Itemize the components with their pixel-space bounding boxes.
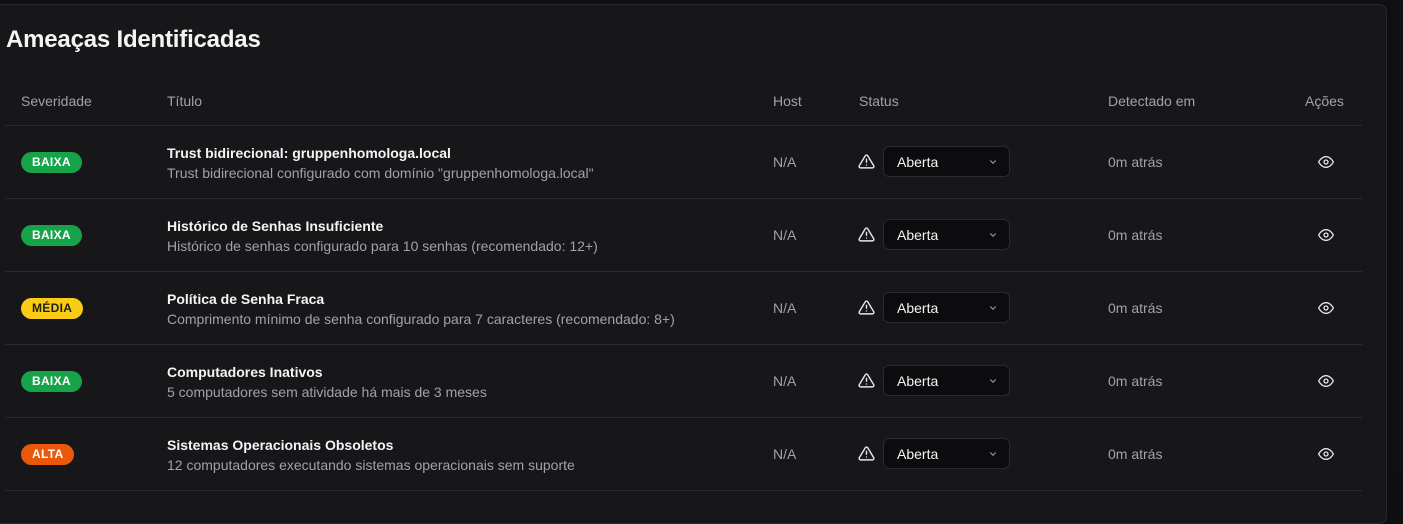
header-title: Título xyxy=(167,93,203,109)
severity-badge: BAIXA xyxy=(21,225,82,246)
host-value: N/A xyxy=(773,227,797,243)
threat-description: 5 computadores sem atividade há mais de … xyxy=(167,384,487,400)
status-select[interactable]: Aberta xyxy=(883,438,1010,469)
threat-description: Trust bidirecional configurado com domín… xyxy=(167,165,594,181)
status-select[interactable]: Aberta xyxy=(883,365,1010,396)
host-value: N/A xyxy=(773,446,797,462)
threat-description: Comprimento mínimo de senha configurado … xyxy=(167,311,675,327)
status-select[interactable]: Aberta xyxy=(883,146,1010,177)
chevron-down-icon xyxy=(989,306,997,310)
detected-time: 0m atrás xyxy=(1108,154,1163,170)
status-select[interactable]: Aberta xyxy=(883,219,1010,250)
warning-triangle-icon xyxy=(858,300,875,315)
threat-title: Sistemas Operacionais Obsoletos xyxy=(167,437,394,453)
warning-triangle-icon xyxy=(858,154,875,169)
severity-badge: MÉDIA xyxy=(21,298,84,319)
host-value: N/A xyxy=(773,373,797,389)
header-detected: Detectado em xyxy=(1108,93,1196,109)
detected-time: 0m atrás xyxy=(1108,446,1163,462)
header-severity: Severidade xyxy=(21,93,92,109)
chevron-down-icon xyxy=(989,452,997,456)
scrollbar-track[interactable] xyxy=(1393,0,1403,471)
threat-title: Trust bidirecional: gruppenhomologa.loca… xyxy=(167,145,451,161)
warning-triangle-icon xyxy=(858,227,875,242)
status-select-value: Aberta xyxy=(897,154,939,170)
view-eye-icon[interactable] xyxy=(1318,154,1334,170)
table-row: ALTA Sistemas Operacionais Obsoletos 12 … xyxy=(5,418,1362,491)
view-eye-icon[interactable] xyxy=(1318,373,1334,389)
view-eye-icon[interactable] xyxy=(1318,227,1334,243)
chevron-down-icon xyxy=(989,160,997,164)
severity-badge: ALTA xyxy=(21,444,75,465)
table-row: BAIXA Trust bidirecional: gruppenhomolog… xyxy=(5,126,1362,199)
table-row: MÉDIA Política de Senha Fraca Compriment… xyxy=(5,272,1362,345)
host-value: N/A xyxy=(773,300,797,316)
table-row: BAIXA Computadores Inativos 5 computador… xyxy=(5,345,1362,418)
threat-title: Computadores Inativos xyxy=(167,364,323,380)
severity-badge: BAIXA xyxy=(21,371,82,392)
detected-time: 0m atrás xyxy=(1108,373,1163,389)
page-title: Ameaças Identificadas xyxy=(6,26,261,53)
status-select-value: Aberta xyxy=(897,300,939,316)
host-value: N/A xyxy=(773,154,797,170)
warning-triangle-icon xyxy=(858,446,875,461)
detected-time: 0m atrás xyxy=(1108,300,1163,316)
threats-table: Severidade Título Host Status Detectado … xyxy=(5,77,1362,491)
header-status: Status xyxy=(859,93,899,109)
status-select-value: Aberta xyxy=(897,373,939,389)
status-select-value: Aberta xyxy=(897,446,939,462)
threat-title: Política de Senha Fraca xyxy=(167,291,325,307)
detected-time: 0m atrás xyxy=(1108,227,1163,243)
chevron-down-icon xyxy=(989,233,997,237)
chevron-down-icon xyxy=(989,379,997,383)
severity-badge: BAIXA xyxy=(21,152,82,173)
view-eye-icon[interactable] xyxy=(1318,446,1334,462)
table-body: BAIXA Trust bidirecional: gruppenhomolog… xyxy=(5,126,1362,491)
warning-triangle-icon xyxy=(858,373,875,388)
header-actions: Ações xyxy=(1305,93,1344,109)
view-eye-icon[interactable] xyxy=(1318,300,1334,316)
threat-description: Histórico de senhas configurado para 10 … xyxy=(167,238,598,254)
table-row: BAIXA Histórico de Senhas Insuficiente H… xyxy=(5,199,1362,272)
header-host: Host xyxy=(773,93,802,109)
table-header: Severidade Título Host Status Detectado … xyxy=(5,77,1362,126)
threat-title: Histórico de Senhas Insuficiente xyxy=(167,218,384,234)
status-select[interactable]: Aberta xyxy=(883,292,1010,323)
status-select-value: Aberta xyxy=(897,227,939,243)
